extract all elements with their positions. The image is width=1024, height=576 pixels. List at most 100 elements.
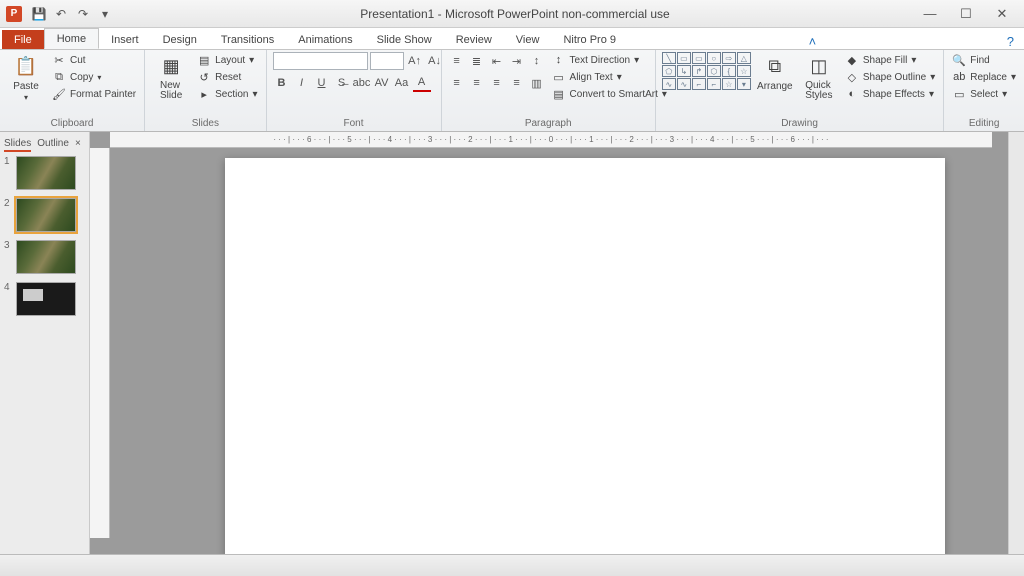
tab-review[interactable]: Review — [444, 30, 504, 49]
align-right-button[interactable]: ≡ — [488, 74, 506, 92]
group-slides: ▦ New Slide ▤Layout ▾ ↺Reset ▸Section ▾ … — [145, 50, 266, 131]
quick-styles-button[interactable]: ◫Quick Styles — [799, 52, 839, 101]
shape-fill-button[interactable]: ◆Shape Fill ▾ — [843, 52, 937, 68]
workspace: Slides Outline × 1 2 3 4 · · · | · · · 6… — [0, 132, 1024, 554]
group-paragraph: ≡ ≣ ⇤ ⇥ ↕ ≡ ≡ ≡ ≡ ▥ ↕Text Direction ▾ ▭A… — [442, 50, 656, 131]
copy-icon: ⧉ — [52, 70, 66, 84]
shape-outline-button[interactable]: ◇Shape Outline ▾ — [843, 69, 937, 85]
paste-button[interactable]: 📋 Paste ▾ — [6, 52, 46, 102]
arrange-button[interactable]: ⧉Arrange — [755, 52, 795, 92]
paste-icon: 📋 — [12, 52, 40, 80]
group-drawing: ╲▭▭○⇨△ ⬠↳↱⬡{☆ ∿∿⌐⌐☆▾ ⧉Arrange ◫Quick Sty… — [656, 50, 944, 131]
align-left-button[interactable]: ≡ — [448, 74, 466, 92]
slide-canvas[interactable]: Arlene Dr rlene Dr Bent St Google 3D ◢ +… — [225, 158, 945, 554]
paste-label: Paste — [13, 81, 39, 92]
spacing-button[interactable]: AV — [373, 74, 391, 92]
grow-font-icon[interactable]: A↑ — [406, 52, 424, 70]
find-button[interactable]: 🔍Find — [950, 52, 1018, 68]
minimize-button[interactable]: — — [916, 4, 944, 24]
chevron-down-icon: ▾ — [24, 93, 28, 102]
ribbon: 📋 Paste ▾ ✂Cut ⧉Copy ▾ 🖌Format Painter C… — [0, 50, 1024, 132]
columns-button[interactable]: ▥ — [528, 74, 546, 92]
tab-file[interactable]: File — [2, 30, 44, 49]
align-center-button[interactable]: ≡ — [468, 74, 486, 92]
group-label: Font — [273, 117, 435, 131]
select-button[interactable]: ▭Select ▾ — [950, 86, 1018, 102]
window-title: Presentation1 - Microsoft PowerPoint non… — [114, 7, 916, 21]
tab-animations[interactable]: Animations — [286, 30, 364, 49]
group-label: Paragraph — [448, 117, 649, 131]
justify-button[interactable]: ≡ — [508, 74, 526, 92]
scissors-icon: ✂ — [52, 53, 66, 67]
tab-insert[interactable]: Insert — [99, 30, 151, 49]
slide-thumb-3[interactable]: 3 — [4, 240, 85, 274]
section-icon: ▸ — [197, 87, 211, 101]
group-label: Drawing — [662, 117, 937, 131]
vertical-scrollbar[interactable] — [1008, 132, 1024, 554]
ribbon-minimize-icon[interactable]: ˄ — [809, 34, 817, 49]
brush-icon: 🖌 — [52, 87, 66, 101]
slide-thumb-4[interactable]: 4 — [4, 282, 85, 316]
save-icon[interactable]: 💾 — [30, 5, 48, 23]
italic-button[interactable]: I — [293, 74, 311, 92]
shapes-gallery[interactable]: ╲▭▭○⇨△ ⬠↳↱⬡{☆ ∿∿⌐⌐☆▾ — [662, 52, 751, 90]
tab-slideshow[interactable]: Slide Show — [365, 30, 444, 49]
powerpoint-icon: P — [6, 6, 22, 22]
align-text-button[interactable]: ▭Align Text ▾ — [550, 69, 669, 85]
panel-tab-outline[interactable]: Outline — [37, 138, 69, 152]
dec-indent-button[interactable]: ⇤ — [488, 52, 506, 70]
tab-transitions[interactable]: Transitions — [209, 30, 286, 49]
group-font: A↑ A↓ B I U S̶ abc AV Aa A Font — [267, 50, 442, 131]
panel-tab-slides[interactable]: Slides — [4, 138, 31, 152]
font-family-select[interactable] — [273, 52, 368, 70]
font-size-select[interactable] — [370, 52, 404, 70]
reset-icon: ↺ — [197, 70, 211, 84]
text-direction-button[interactable]: ↕Text Direction ▾ — [550, 52, 669, 68]
title-bar: P 💾 ↶ ↷ ▾ Presentation1 - Microsoft Powe… — [0, 0, 1024, 28]
inc-indent-button[interactable]: ⇥ — [508, 52, 526, 70]
help-icon[interactable]: ? — [1007, 34, 1014, 49]
outline-icon: ◇ — [845, 70, 859, 84]
ruler-horizontal: · · · | · · · 6 · · · | · · · 5 · · · | … — [110, 132, 992, 148]
change-case-button[interactable]: Aa — [393, 74, 411, 92]
new-slide-button[interactable]: ▦ New Slide — [151, 52, 191, 101]
section-button[interactable]: ▸Section ▾ — [195, 86, 259, 102]
effects-icon: ◐ — [845, 87, 859, 101]
qat-dropdown-icon[interactable]: ▾ — [96, 5, 114, 23]
tab-view[interactable]: View — [504, 30, 552, 49]
tab-home[interactable]: Home — [44, 28, 99, 49]
bullets-button[interactable]: ≡ — [448, 52, 466, 70]
smartart-button[interactable]: ▤Convert to SmartArt ▾ — [550, 86, 669, 102]
line-spacing-button[interactable]: ↕ — [528, 52, 546, 70]
cut-button[interactable]: ✂Cut — [50, 52, 138, 68]
slide-thumb-2[interactable]: 2 — [4, 198, 85, 232]
align-text-icon: ▭ — [552, 70, 566, 84]
tab-design[interactable]: Design — [151, 30, 209, 49]
format-painter-button[interactable]: 🖌Format Painter — [50, 86, 138, 102]
shadow-button[interactable]: abc — [353, 74, 371, 92]
maximize-button[interactable]: ☐ — [952, 4, 980, 24]
quick-access-toolbar: 💾 ↶ ↷ ▾ — [30, 5, 114, 23]
underline-button[interactable]: U — [313, 74, 331, 92]
reset-button[interactable]: ↺Reset — [195, 69, 259, 85]
redo-icon[interactable]: ↷ — [74, 5, 92, 23]
font-color-button[interactable]: A — [413, 74, 431, 92]
replace-button[interactable]: abReplace ▾ — [950, 69, 1018, 85]
tab-nitro[interactable]: Nitro Pro 9 — [551, 30, 628, 49]
slide-thumb-1[interactable]: 1 — [4, 156, 85, 190]
thumb-image — [16, 198, 76, 232]
slide-panel: Slides Outline × 1 2 3 4 — [0, 132, 90, 554]
ruler-vertical — [90, 148, 110, 538]
layout-icon: ▤ — [197, 53, 211, 67]
layout-button[interactable]: ▤Layout ▾ — [195, 52, 259, 68]
thumb-image — [16, 282, 76, 316]
shape-effects-button[interactable]: ◐Shape Effects ▾ — [843, 86, 937, 102]
numbering-button[interactable]: ≣ — [468, 52, 486, 70]
close-button[interactable]: ✕ — [988, 4, 1016, 24]
strike-button[interactable]: S̶ — [333, 74, 351, 92]
bold-button[interactable]: B — [273, 74, 291, 92]
thumb-image — [16, 240, 76, 274]
panel-close-icon[interactable]: × — [75, 138, 81, 152]
undo-icon[interactable]: ↶ — [52, 5, 70, 23]
copy-button[interactable]: ⧉Copy ▾ — [50, 69, 138, 85]
